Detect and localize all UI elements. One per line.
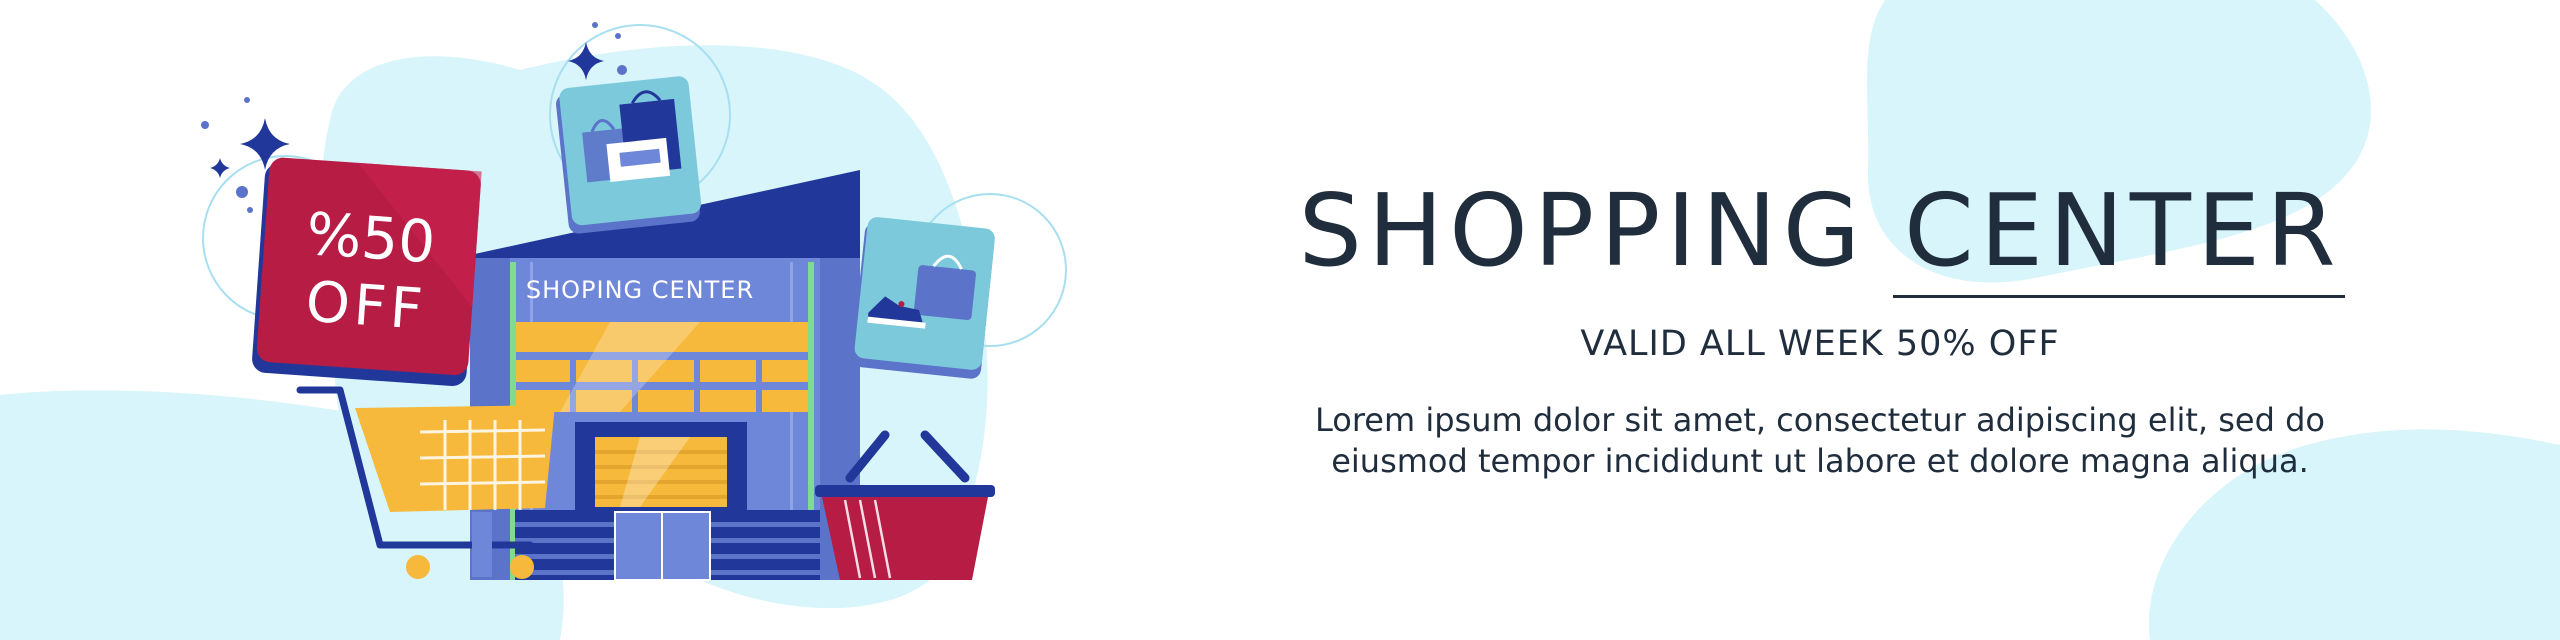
- page-title: SHOPPING CENTER: [1298, 172, 2342, 289]
- offer-subtitle: VALID ALL WEEK 50% OFF: [1580, 324, 2060, 364]
- store-sign: SHOPING CENTER: [526, 276, 754, 304]
- sparkle-dot: [244, 97, 250, 103]
- banner-canvas: SHOPING CENTER %50 OFF SHOPPING CENTER V…: [0, 0, 2560, 640]
- sparkle-dot: [592, 22, 598, 28]
- discount-percent: %50: [304, 200, 437, 277]
- discount-tag: %50 OFF: [252, 157, 482, 386]
- cart-wheel: [510, 555, 534, 579]
- title-underline: [1893, 295, 2345, 298]
- shopping-illustration: SHOPING CENTER %50 OFF: [201, 22, 1067, 581]
- store-building: SHOPING CENTER: [470, 170, 860, 581]
- cart-wheel: [406, 555, 430, 579]
- sparkle-dot: [236, 186, 248, 198]
- description-line: Lorem ipsum dolor sit amet, consectetur …: [1315, 401, 2325, 439]
- sparkle-dot: [617, 65, 627, 75]
- sparkle-dot: [247, 207, 253, 213]
- handbag-icon: [913, 265, 976, 321]
- sneaker-card: [851, 217, 995, 379]
- bags-card: [556, 76, 702, 234]
- sparkle-icon: [210, 158, 230, 178]
- sparkle-dot: [615, 33, 621, 39]
- sparkle-icon: [568, 42, 604, 80]
- discount-off: OFF: [304, 270, 429, 343]
- sparkle-dot: [201, 121, 209, 129]
- description-line: eiusmod tempor incididunt ut labore et d…: [1331, 442, 2309, 480]
- description-text: Lorem ipsum dolor sit amet, consectetur …: [1280, 400, 2360, 482]
